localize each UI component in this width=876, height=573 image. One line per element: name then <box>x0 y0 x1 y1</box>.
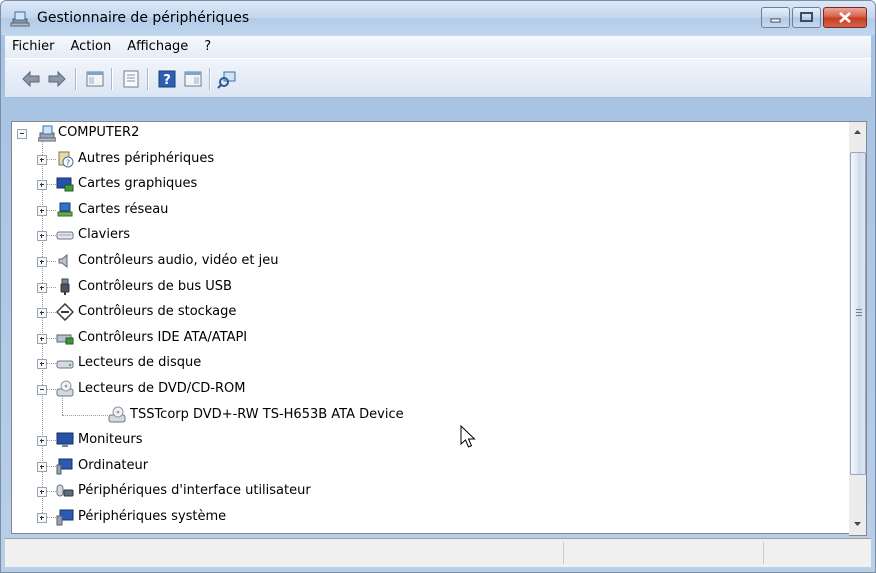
expand-toggle[interactable] <box>37 154 47 165</box>
device-manager-window: Gestionnaire de périphériques Fichier Ac… <box>0 0 876 573</box>
close-icon <box>839 12 851 23</box>
tree-category-label: Lecteurs de DVD/CD-ROM <box>78 381 246 396</box>
dvd-drive-icon <box>108 406 126 423</box>
keyboard-icon <box>56 231 74 240</box>
monitor-icon <box>56 432 74 448</box>
vertical-scrollbar[interactable] <box>849 121 867 536</box>
menu-affichage[interactable]: Affichage <box>119 36 196 58</box>
status-segment <box>563 542 564 564</box>
maximize-button[interactable] <box>792 7 821 28</box>
tree-category-label: Ordinateur <box>78 457 149 473</box>
menu-fichier[interactable]: Fichier <box>5 36 63 58</box>
menu-action[interactable]: Action <box>63 36 120 58</box>
help-icon[interactable]: ? <box>157 69 177 89</box>
status-bar <box>5 538 871 567</box>
back-icon[interactable] <box>21 69 41 89</box>
tree-category-label: Contrôleurs IDE ATA/ATAPI <box>78 329 248 345</box>
device-tree[interactable]: COMPUTER2? Autres périphériques Cartes gra… <box>11 121 851 534</box>
network-adapter-icon <box>57 202 73 217</box>
expand-toggle[interactable] <box>37 359 47 370</box>
storage-controller-icon <box>56 303 74 322</box>
collapse-toggle[interactable] <box>37 385 47 395</box>
action-pane-icon[interactable] <box>183 69 203 89</box>
toolbar: ? <box>5 58 871 98</box>
tree-category-label: Autres périphériques <box>78 150 215 166</box>
forward-icon[interactable] <box>47 69 67 89</box>
computer-root-icon <box>38 125 56 142</box>
title-bar[interactable]: Gestionnaire de périphériques <box>1 1 875 35</box>
scrollbar-grip <box>856 312 862 313</box>
status-segment <box>763 542 764 564</box>
ide-controller-icon <box>56 334 74 345</box>
expand-toggle[interactable] <box>37 436 47 447</box>
menu-bar: Fichier Action Affichage ? <box>5 35 871 58</box>
tree-category-label: Cartes réseau <box>78 201 169 217</box>
expand-toggle[interactable] <box>37 308 47 319</box>
dvd-drive-icon <box>56 380 74 397</box>
toolbar-separator <box>209 68 211 90</box>
toolbar-separator <box>147 68 149 90</box>
tree-category-label: Moniteurs <box>78 432 143 448</box>
minimize-icon <box>770 18 781 23</box>
scrollbar-grip <box>856 315 862 316</box>
tree-category-label: Contrôleurs de bus USB <box>78 278 232 294</box>
expand-toggle[interactable] <box>37 461 47 472</box>
collapse-toggle[interactable] <box>17 129 27 139</box>
expand-toggle[interactable] <box>37 231 47 242</box>
unknown-device-icon: ? <box>58 151 74 168</box>
scroll-down-arrow-icon[interactable] <box>849 515 866 532</box>
tree-category-label: Périphériques système <box>78 509 227 524</box>
scrollbar-grip <box>856 309 862 310</box>
display-adapter-icon <box>56 177 74 192</box>
toolbar-separator <box>111 68 113 90</box>
expand-toggle[interactable] <box>37 282 47 293</box>
expand-toggle[interactable] <box>37 180 47 191</box>
maximize-icon <box>800 12 813 22</box>
expand-toggle[interactable] <box>37 333 47 344</box>
scan-hardware-icon[interactable] <box>217 69 237 89</box>
expand-toggle[interactable] <box>37 205 47 216</box>
tree-connector <box>62 414 108 417</box>
device-manager-icon <box>10 11 30 27</box>
expand-toggle[interactable] <box>37 513 47 523</box>
tree-category-label: Claviers <box>78 227 131 243</box>
scrollbar-thumb[interactable] <box>850 152 866 475</box>
caption-buttons <box>759 7 867 28</box>
menu-help[interactable]: ? <box>196 36 219 58</box>
tree-category-label: Cartes graphiques <box>78 176 198 192</box>
tree-category-label: Périphériques d'interface utilisateur <box>78 483 311 499</box>
expand-toggle[interactable] <box>37 257 47 267</box>
properties-icon[interactable] <box>121 69 141 89</box>
svg-text:?: ? <box>66 158 70 167</box>
usb-icon <box>60 278 70 295</box>
tree-category-label: Contrôleurs audio, vidéo et jeu <box>78 253 279 268</box>
expand-toggle[interactable] <box>37 487 47 498</box>
tree-root-label: COMPUTER2 <box>58 125 140 140</box>
hid-icon <box>56 484 74 497</box>
computer-icon <box>56 458 73 475</box>
mouse-cursor-icon <box>460 425 476 448</box>
close-button[interactable] <box>823 7 867 28</box>
toolbar-separator <box>75 68 77 90</box>
speaker-icon <box>58 253 68 269</box>
tree-category-label: Lecteurs de disque <box>78 355 202 371</box>
tree-row-category[interactable] <box>12 224 850 246</box>
svg-text:?: ? <box>163 73 171 88</box>
tree-connector <box>62 395 64 415</box>
system-device-icon <box>56 509 74 526</box>
scroll-up-arrow-icon[interactable] <box>849 124 866 141</box>
minimize-button[interactable] <box>761 7 790 28</box>
tree-device-label: TSSTcorp DVD+-RW TS-H653B ATA Device <box>130 406 404 422</box>
tree-category-label: Contrôleurs de stockage <box>78 304 237 320</box>
disk-drive-icon <box>56 360 74 369</box>
show-hide-tree-icon[interactable] <box>85 69 105 89</box>
window-title: Gestionnaire de périphériques <box>37 10 250 26</box>
